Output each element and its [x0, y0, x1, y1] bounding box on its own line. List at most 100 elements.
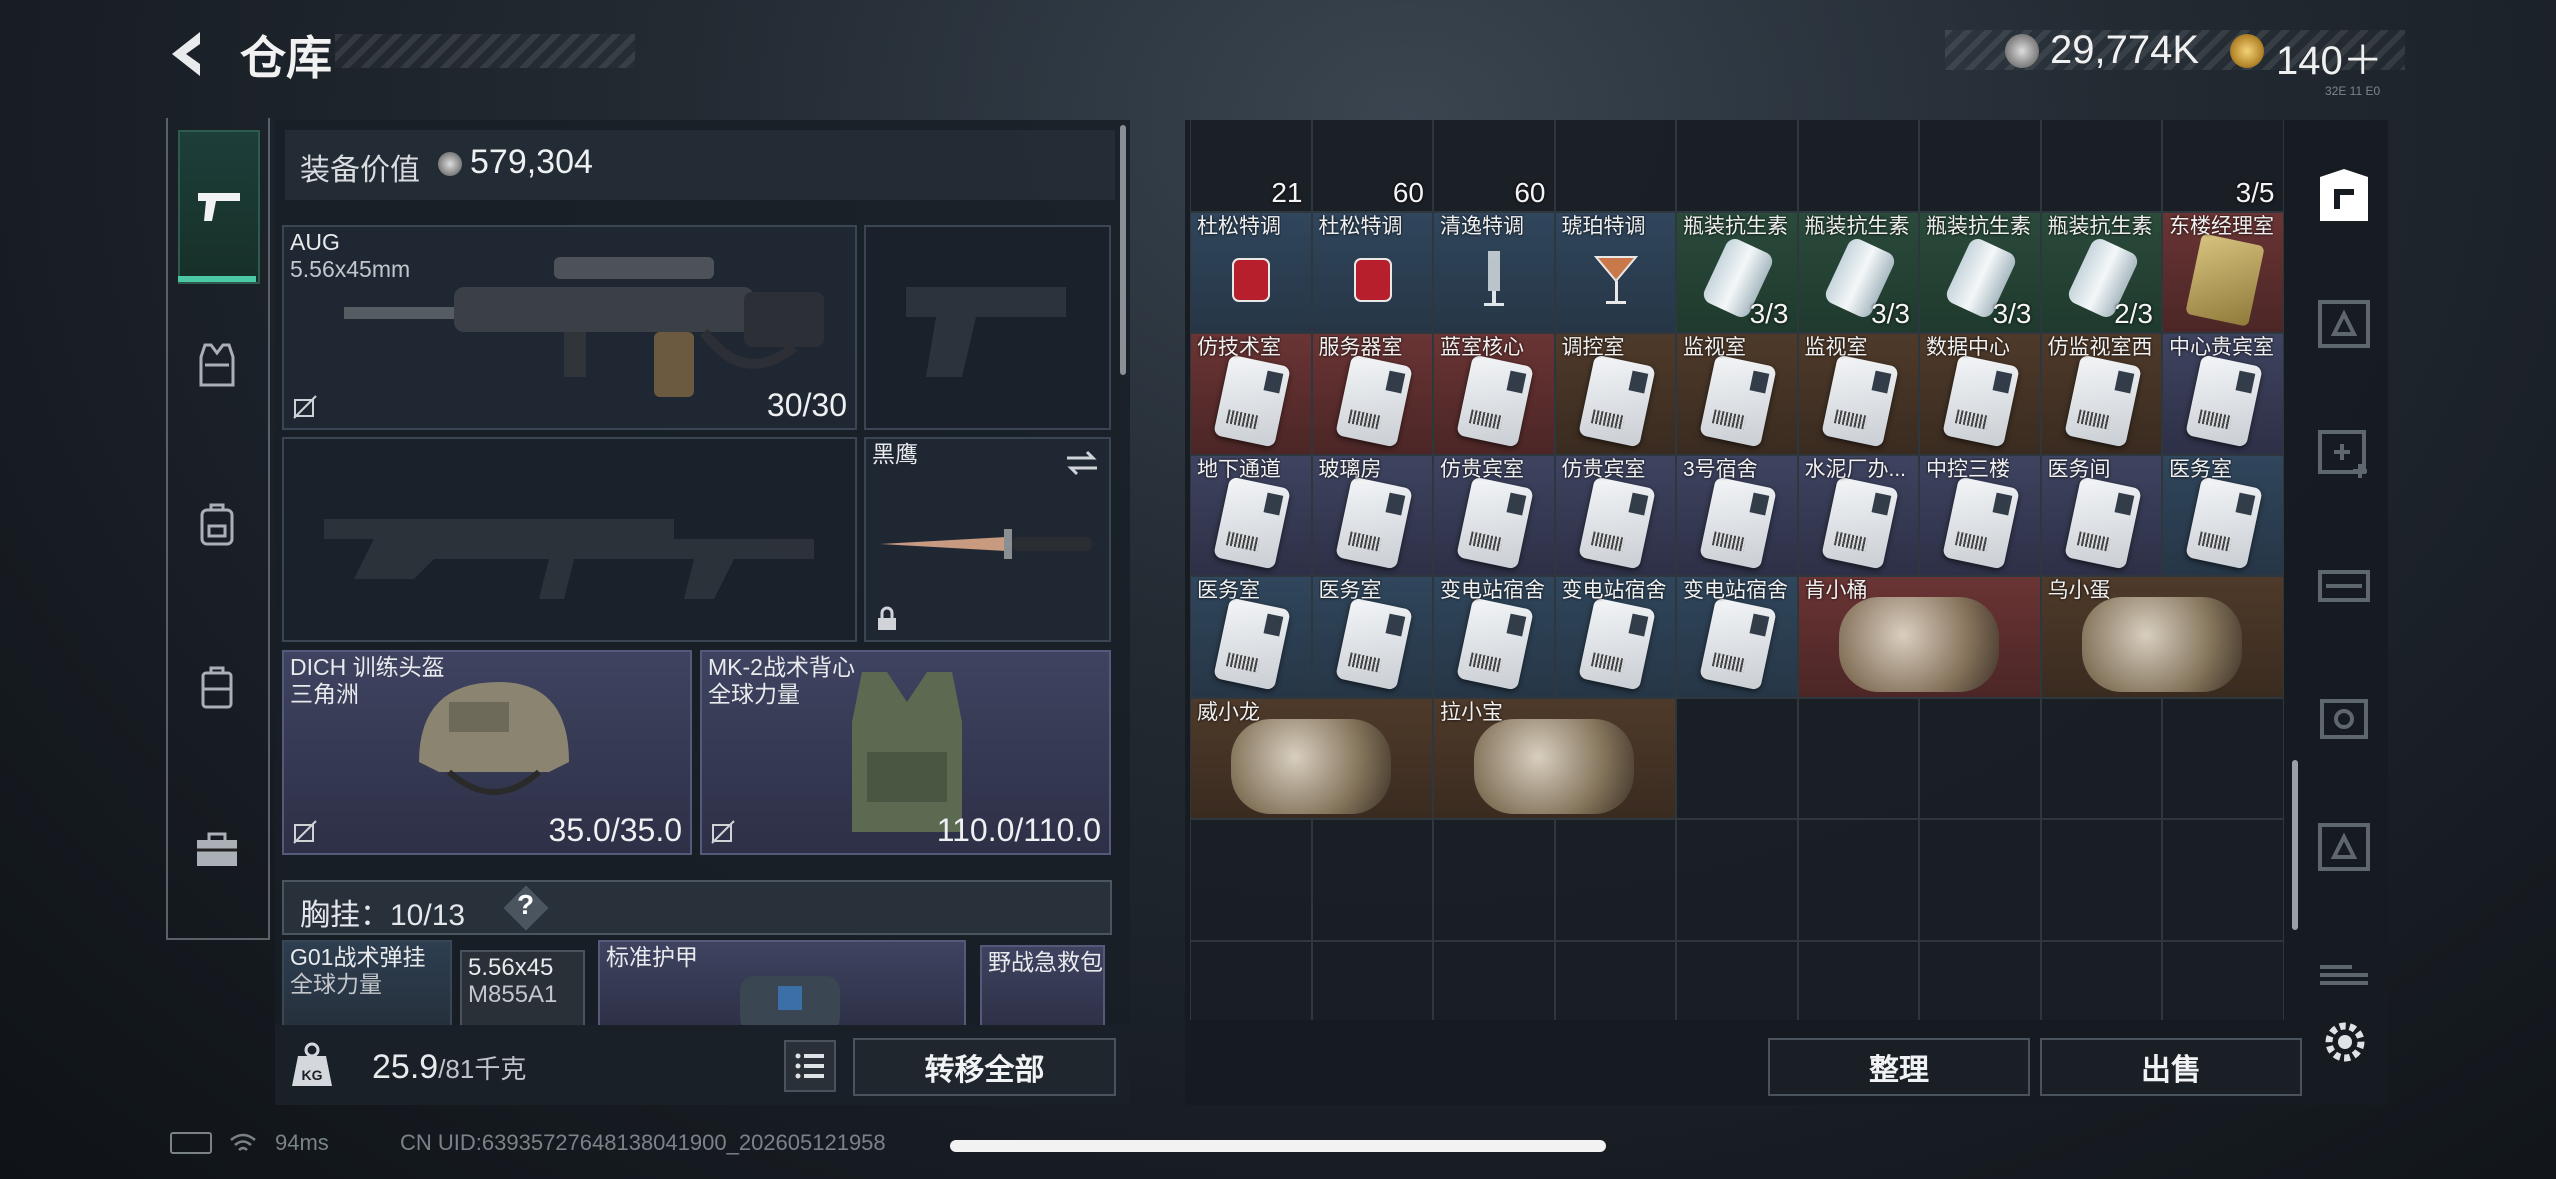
storage-grid[interactable]: 21 60 60 3/5 杜松特调 杜松特调 清逸特调 琥珀特调 瓶装抗生素 3/3 瓶装抗生素 3/… — [1190, 120, 2285, 1020]
primary-weapon-slot[interactable]: AUG 5.56x45mm 30/30 — [282, 225, 857, 430]
grid-item[interactable]: 仿监视室西 — [2040, 333, 2162, 455]
empty-grid-cell[interactable] — [1797, 819, 1919, 941]
empty-grid-cell[interactable] — [2040, 697, 2162, 819]
grid-cell-partial[interactable]: 60 — [1311, 120, 1433, 212]
empty-grid-cell[interactable] — [2162, 940, 2284, 1020]
empty-grid-cell[interactable] — [1919, 697, 2041, 819]
grid-item[interactable]: 监视室 — [1797, 333, 1919, 455]
storage-tab-6-icon[interactable] — [2312, 935, 2376, 999]
grid-item[interactable]: 调控室 — [1554, 333, 1676, 455]
secondary-weapon-slot[interactable] — [282, 437, 857, 642]
grid-item[interactable]: 瓶装抗生素 3/3 — [1797, 211, 1919, 333]
sell-button[interactable]: 出售 — [2040, 1038, 2302, 1096]
safe-icon[interactable] — [2312, 165, 2376, 229]
home-indicator[interactable] — [950, 1140, 1606, 1152]
grid-item[interactable]: 瓶装抗生素 3/3 — [1676, 211, 1798, 333]
grid-item[interactable]: 变电站宿舍 — [1554, 576, 1676, 698]
grid-item[interactable]: 东楼经理室 — [2162, 211, 2284, 333]
help-icon[interactable]: ? — [517, 889, 534, 921]
grid-item[interactable]: 3号宿舍 — [1676, 454, 1798, 576]
empty-grid-cell[interactable] — [2162, 697, 2284, 819]
settings-icon[interactable] — [2318, 1015, 2372, 1069]
premium-currency-balance[interactable]: 140＋ — [2276, 28, 2383, 86]
empty-grid-cell[interactable] — [1433, 819, 1555, 941]
rail-item-case[interactable] — [178, 628, 256, 748]
grid-item[interactable]: 中控三楼 — [1919, 454, 2041, 576]
storage-tab-2-icon[interactable] — [2312, 420, 2376, 484]
grid-cell-partial[interactable] — [1797, 120, 1919, 212]
melee-slot[interactable]: 黑鹰 — [864, 437, 1111, 642]
empty-grid-cell[interactable] — [2040, 940, 2162, 1020]
rail-item-toolbox[interactable] — [178, 790, 256, 910]
grid-item[interactable]: 杜松特调 — [1190, 211, 1312, 333]
grid-item[interactable]: 瓶装抗生素 2/3 — [2040, 211, 2162, 333]
collectible-item[interactable]: 拉小宝 — [1433, 697, 1676, 819]
collectible-item[interactable]: 威小龙 — [1190, 697, 1433, 819]
grid-item[interactable]: 服务器室 — [1311, 333, 1433, 455]
empty-grid-cell[interactable] — [1676, 940, 1798, 1020]
grid-item[interactable]: 医务室 — [1311, 576, 1433, 698]
grid-item[interactable]: 医务室 — [1190, 576, 1312, 698]
storage-scrollbar[interactable] — [2292, 760, 2298, 930]
rail-item-weapons[interactable] — [178, 130, 260, 284]
storage-tab-4-icon[interactable] — [2312, 685, 2376, 749]
grid-item[interactable]: 清逸特调 — [1433, 211, 1555, 333]
empty-grid-cell[interactable] — [1919, 819, 2041, 941]
rail-item-armor[interactable] — [178, 305, 256, 425]
collectible-item[interactable]: 乌小蛋 — [2040, 576, 2284, 698]
rail-item-backpack[interactable] — [178, 465, 256, 585]
loadout-scrollbar[interactable] — [1120, 125, 1126, 375]
list-view-button[interactable] — [784, 1040, 836, 1092]
grid-item[interactable]: 玻璃房 — [1311, 454, 1433, 576]
back-icon[interactable] — [160, 24, 220, 84]
grid-item[interactable]: 仿贵宾室 — [1554, 454, 1676, 576]
grid-item[interactable]: 瓶装抗生素 3/3 — [1919, 211, 2041, 333]
empty-grid-cell[interactable] — [1433, 940, 1555, 1020]
grid-cell-partial[interactable]: 21 — [1190, 120, 1312, 212]
collectible-item[interactable]: 肯小桶 — [1797, 576, 2041, 698]
grid-cell-partial[interactable] — [1554, 120, 1676, 212]
empty-grid-cell[interactable] — [1554, 940, 1676, 1020]
empty-grid-cell[interactable] — [1676, 697, 1798, 819]
ammo-slot[interactable]: 5.56x45 M855A1 — [460, 950, 585, 1030]
medkit-slot[interactable]: 野战急救包 — [980, 945, 1105, 1030]
grid-item[interactable]: 水泥厂办... — [1797, 454, 1919, 576]
grid-item[interactable]: 监视室 — [1676, 333, 1798, 455]
storage-tab-5-icon[interactable] — [2312, 815, 2376, 879]
grid-item[interactable]: 中心贵宾室 — [2162, 333, 2284, 455]
sort-button[interactable]: 整理 — [1768, 1038, 2030, 1096]
grid-cell-partial[interactable] — [1676, 120, 1798, 212]
currency-balance[interactable]: 29,774K — [2050, 28, 2199, 73]
storage-tab-3-icon[interactable] — [2312, 552, 2376, 616]
grid-item[interactable]: 杜松特调 — [1311, 211, 1433, 333]
armor-slot[interactable]: MK-2战术背心 全球力量 110.0/110.0 — [700, 650, 1111, 855]
empty-grid-cell[interactable] — [1797, 697, 1919, 819]
grid-item[interactable]: 医务间 — [2040, 454, 2162, 576]
grid-cell-partial[interactable]: 60 — [1433, 120, 1555, 212]
empty-grid-cell[interactable] — [1190, 819, 1312, 941]
grid-item[interactable]: 变电站宿舍 — [1433, 576, 1555, 698]
empty-grid-cell[interactable] — [1311, 940, 1433, 1020]
grid-item[interactable]: 数据中心 — [1919, 333, 2041, 455]
empty-grid-cell[interactable] — [1554, 819, 1676, 941]
grid-item[interactable]: 琥珀特调 — [1554, 211, 1676, 333]
grid-item[interactable]: 地下通道 — [1190, 454, 1312, 576]
empty-grid-cell[interactable] — [2162, 819, 2284, 941]
grid-item[interactable]: 仿技术室 — [1190, 333, 1312, 455]
pistol-slot[interactable] — [864, 225, 1111, 430]
chest-rig-slot[interactable]: G01战术弹挂 全球力量 — [282, 940, 452, 1030]
grid-cell-partial[interactable] — [2040, 120, 2162, 212]
empty-grid-cell[interactable] — [1190, 940, 1312, 1020]
empty-grid-cell[interactable] — [1919, 940, 2041, 1020]
grid-item[interactable]: 变电站宿舍 — [1676, 576, 1798, 698]
swap-icon[interactable] — [1065, 449, 1099, 477]
grid-item[interactable]: 蓝室核心 — [1433, 333, 1555, 455]
helmet-slot[interactable]: DICH 训练头盔 三角洲 35.0/35.0 — [282, 650, 692, 855]
grid-item[interactable]: 仿贵宾室 — [1433, 454, 1555, 576]
empty-grid-cell[interactable] — [2040, 819, 2162, 941]
grid-cell-partial[interactable] — [1919, 120, 2041, 212]
empty-grid-cell[interactable] — [1676, 819, 1798, 941]
storage-tab-1-icon[interactable] — [2312, 292, 2376, 356]
empty-grid-cell[interactable] — [1311, 819, 1433, 941]
transfer-all-button[interactable]: 转移全部 — [853, 1038, 1116, 1096]
